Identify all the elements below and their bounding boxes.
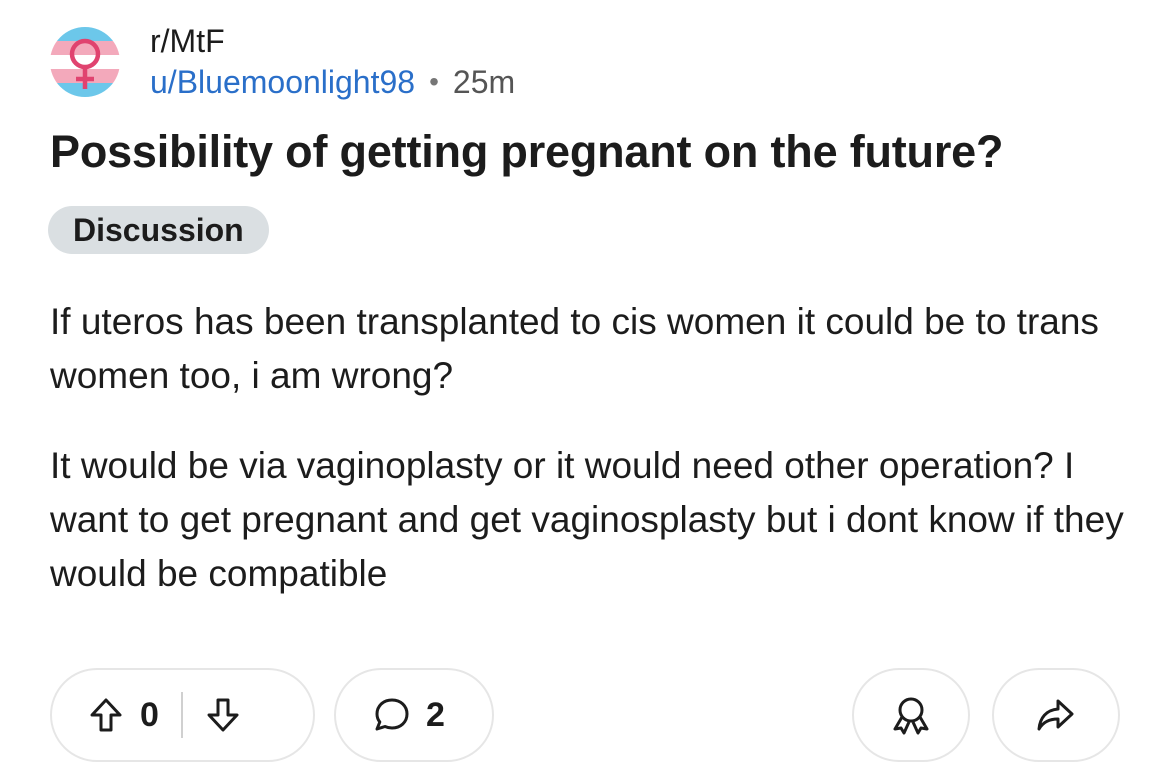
body-paragraph: It would be via vaginoplasty or it would… [50,445,1124,594]
body-paragraph: If uteros has been transplanted to cis w… [50,301,1099,396]
author-username[interactable]: u/Bluemoonlight98 [150,62,415,102]
post-flair[interactable]: Discussion [48,206,269,254]
comment-icon-wrap [372,695,412,735]
vote-divider [180,692,183,738]
vote-count: 0 [140,695,159,734]
award-button[interactable] [852,668,970,762]
arrow-up-icon [90,698,122,732]
post-header: r/MtF u/Bluemoonlight98 • 25m [50,20,515,104]
award-ribbon-icon [893,697,929,735]
post-title[interactable]: Possibility of getting pregnant on the f… [50,124,1003,180]
post-age: 25m [452,64,516,100]
arrow-down-icon [207,698,239,732]
comment-count: 2 [426,695,445,734]
downvote-button[interactable] [203,695,243,735]
vote-bar: 0 [50,668,315,762]
post-card: r/MtF u/Bluemoonlight98 • 25m Possibilit… [0,0,1170,775]
subreddit-avatar-icon[interactable] [50,27,120,97]
meta-separator: • [429,66,439,97]
post-body: If uteros has been transplanted to cis w… [50,295,1130,637]
byline: u/Bluemoonlight98 • 25m [150,62,515,102]
subreddit-name[interactable]: r/MtF [150,22,515,60]
post-meta: r/MtF u/Bluemoonlight98 • 25m [150,22,515,102]
share-arrow-icon [1037,699,1074,731]
speech-bubble-icon [375,698,409,731]
share-button[interactable] [992,668,1120,762]
upvote-button[interactable] [86,695,126,735]
comments-button[interactable]: 2 [334,668,494,762]
